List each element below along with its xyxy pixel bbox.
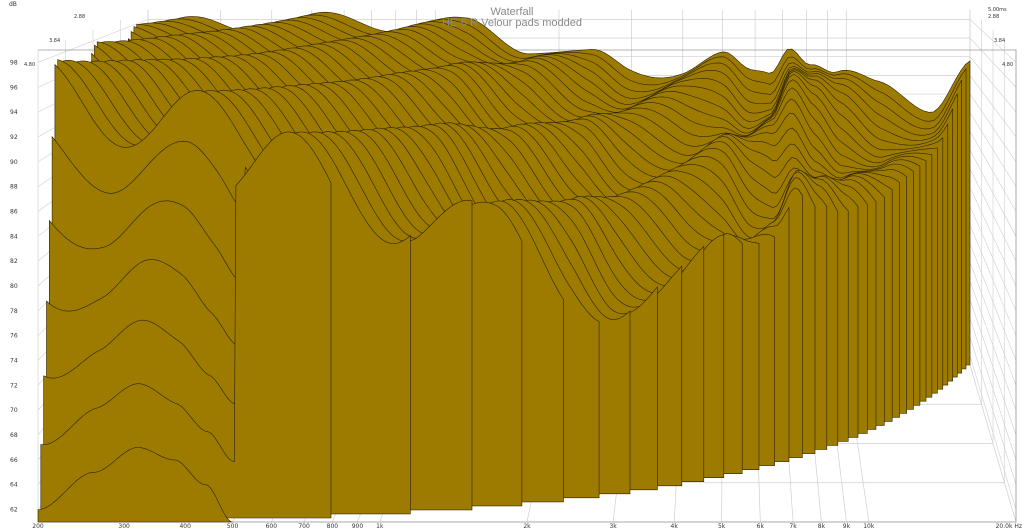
- time-axis-label: 5.00ms: [988, 7, 1007, 13]
- y-tick-label: 96: [10, 84, 18, 91]
- y-tick-label: 64: [10, 482, 18, 489]
- x-tick-label: 7k: [789, 523, 797, 530]
- y-tick-label: 76: [10, 333, 18, 340]
- x-tick-label: 200: [32, 523, 44, 530]
- time-axis-label: 3.84: [994, 38, 1005, 44]
- y-axis-unit: dB: [9, 1, 17, 8]
- y-tick-label: 62: [10, 507, 18, 514]
- x-tick-label: 1k: [376, 523, 384, 530]
- y-tick-label: 94: [10, 109, 18, 116]
- x-tick-label: 3k: [609, 523, 617, 530]
- x-tick-label: 4k: [671, 523, 679, 530]
- chart-subtitle: HE-6 R Velour pads modded: [442, 17, 582, 29]
- x-tick-label: 700: [298, 523, 310, 530]
- y-tick-label: 86: [10, 208, 18, 215]
- x-tick-label: 500: [227, 523, 239, 530]
- waterfall-slices: [37, 11, 971, 523]
- y-tick-label: 92: [10, 134, 18, 141]
- y-tick-label: 66: [10, 457, 18, 464]
- y-tick-label: 80: [10, 283, 18, 290]
- y-tick-label: 98: [10, 59, 18, 66]
- x-tick-label: 6k: [757, 523, 765, 530]
- time-axis-label: 3.84: [49, 38, 60, 44]
- y-tick-label: 90: [10, 159, 18, 166]
- y-tick-label: 88: [10, 184, 18, 191]
- x-tick-label: 300: [118, 523, 130, 530]
- y-tick-label: 68: [10, 432, 18, 439]
- time-axis-label: 2.88: [74, 14, 85, 20]
- time-axis-label: 2.88: [988, 14, 999, 20]
- x-tick-label: 5k: [718, 523, 726, 530]
- x-tick-label: 900: [352, 523, 364, 530]
- x-tick-label: 2k: [523, 523, 531, 530]
- y-tick-label: 82: [10, 258, 18, 265]
- time-axis-label: 4.80: [24, 62, 35, 68]
- x-tick-label: 800: [327, 523, 339, 530]
- time-axis-label: 4.80: [1002, 62, 1013, 68]
- y-tick-label: 84: [10, 233, 18, 240]
- x-tick-label: 20.0k Hz: [996, 523, 1022, 530]
- y-tick-label: 72: [10, 382, 18, 389]
- x-tick-label: 400: [179, 523, 191, 530]
- waterfall-chart: 200 300 400 500 600 700 800 900 1k 2k 3k 4k 5k 6k 7k 8k…: [9, 1, 1022, 530]
- x-tick-label: 10k: [863, 523, 875, 530]
- y-tick-label: 70: [10, 407, 18, 414]
- y-tick-label: 74: [10, 358, 18, 365]
- x-tick-label: 9k: [843, 523, 851, 530]
- x-tick-label: 600: [266, 523, 278, 530]
- y-tick-label: 78: [10, 308, 18, 315]
- x-tick-label: 8k: [818, 523, 826, 530]
